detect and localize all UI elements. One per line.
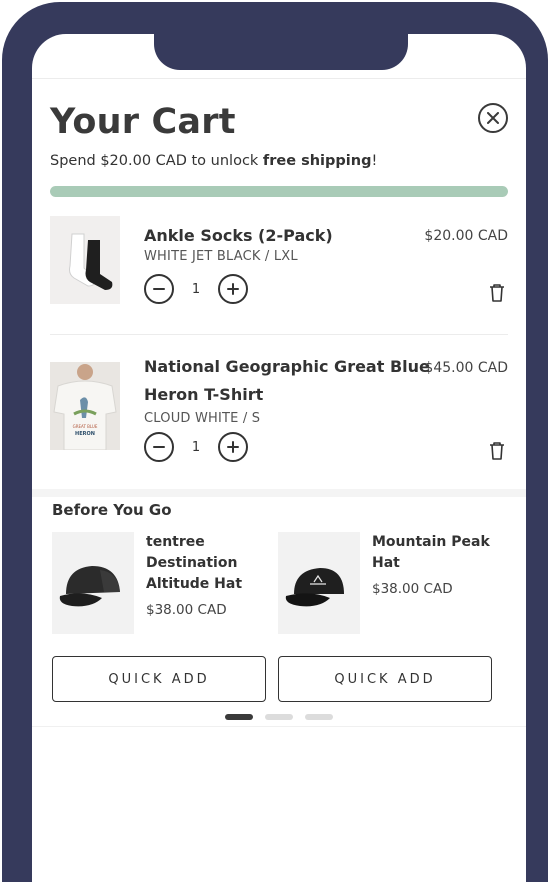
recommendations-title: Before You Go xyxy=(52,501,172,519)
quantity-value: 1 xyxy=(191,439,201,455)
quick-add-button[interactable]: QUICK ADD xyxy=(278,656,492,702)
product-image-heron-shirt[interactable]: GREAT BLUE HERON xyxy=(50,362,120,450)
cart-drawer: Your Cart Spend $20.00 CAD to unlock fre… xyxy=(32,34,526,884)
decrease-quantity-button[interactable] xyxy=(144,432,174,462)
item-name[interactable]: Ankle Socks (2-Pack) xyxy=(144,222,333,250)
item-price: $45.00 CAD xyxy=(424,360,508,376)
trash-icon[interactable] xyxy=(488,283,506,303)
product-image-socks[interactable] xyxy=(50,216,120,304)
close-button[interactable] xyxy=(478,103,508,133)
section-divider xyxy=(32,489,526,497)
carousel-dot[interactable] xyxy=(265,714,293,720)
item-variant: CLOUD WHITE / S xyxy=(144,411,261,426)
free-shipping-message: Spend $20.00 CAD to unlock free shipping… xyxy=(50,153,378,169)
quantity-stepper: 1 xyxy=(144,274,248,304)
increase-quantity-button[interactable] xyxy=(218,432,248,462)
phone-notch xyxy=(154,34,408,70)
recommendation-name[interactable]: tentree Destination Altitude Hat xyxy=(146,532,266,595)
item-divider xyxy=(50,334,508,335)
svg-text:HERON: HERON xyxy=(75,431,95,437)
shipping-progress-fill xyxy=(50,186,508,197)
decrease-quantity-button[interactable] xyxy=(144,274,174,304)
product-image-mountain-hat[interactable] xyxy=(278,532,360,634)
item-variant: WHITE JET BLACK / LXL xyxy=(144,249,298,264)
recommendation-name[interactable]: Mountain Peak Hat xyxy=(372,532,492,574)
socks-image xyxy=(50,216,120,304)
carousel-dot[interactable] xyxy=(305,714,333,720)
phone-frame: Your Cart Spend $20.00 CAD to unlock fre… xyxy=(2,2,548,884)
close-icon xyxy=(487,112,499,124)
page-title: Your Cart xyxy=(50,102,236,142)
quick-add-button[interactable]: QUICK ADD xyxy=(52,656,266,702)
svg-text:GREAT BLUE: GREAT BLUE xyxy=(73,424,98,429)
plus-icon xyxy=(227,283,239,295)
quantity-value: 1 xyxy=(191,281,201,297)
recommendation-price: $38.00 CAD xyxy=(372,581,453,597)
cart-item: GREAT BLUE HERON National Geographic Gre… xyxy=(50,354,508,474)
cap-image xyxy=(52,532,134,634)
item-price: $20.00 CAD xyxy=(424,228,508,244)
recommendation-price: $38.00 CAD xyxy=(146,602,227,618)
increase-quantity-button[interactable] xyxy=(218,274,248,304)
plus-icon xyxy=(227,441,239,453)
carousel-pagination xyxy=(225,714,333,720)
item-name[interactable]: National Geographic Great Blue Heron T-S… xyxy=(144,353,430,409)
cart-item: Ankle Socks (2-Pack) WHITE JET BLACK / L… xyxy=(50,216,508,306)
tshirt-image: GREAT BLUE HERON xyxy=(50,362,120,450)
minus-icon xyxy=(153,288,165,290)
product-image-altitude-hat[interactable] xyxy=(52,532,134,634)
minus-icon xyxy=(153,446,165,448)
cap-image xyxy=(278,532,360,634)
trash-icon[interactable] xyxy=(488,441,506,461)
shipping-progress-bar xyxy=(50,186,508,197)
carousel-dot[interactable] xyxy=(225,714,253,720)
quantity-stepper: 1 xyxy=(144,432,248,462)
